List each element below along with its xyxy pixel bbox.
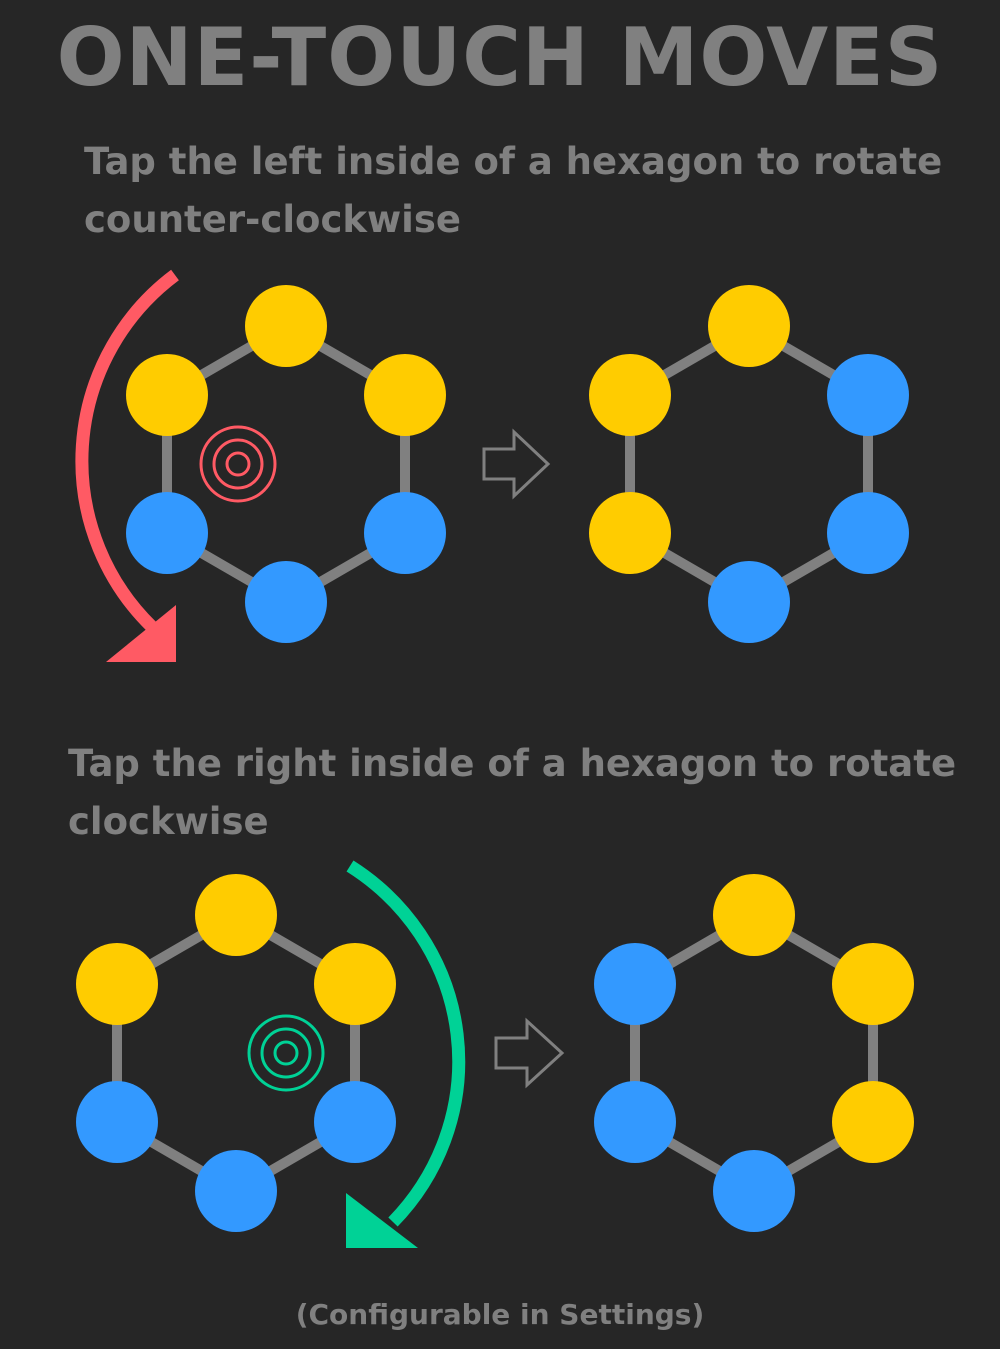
yellow-node-upper-right bbox=[832, 943, 914, 1025]
yellow-node-lower-left bbox=[589, 492, 671, 574]
hexagon-cw-before bbox=[76, 874, 396, 1232]
blue-node-lower-left bbox=[594, 1081, 676, 1163]
ccw-rotation-arrow-icon bbox=[75, 269, 179, 662]
hexagon-cw-after bbox=[594, 874, 914, 1232]
yellow-node-upper-left bbox=[126, 354, 208, 436]
yellow-node-upper-right bbox=[314, 943, 396, 1025]
blue-node-bottom bbox=[245, 561, 327, 643]
cw-rotation-arrow-icon bbox=[346, 860, 466, 1248]
blue-node-lower-right bbox=[827, 492, 909, 574]
tap-target-right-icon bbox=[247, 1014, 325, 1092]
transition-arrow-icon bbox=[494, 1017, 565, 1089]
yellow-node-top bbox=[708, 285, 790, 367]
tap-target-left-icon bbox=[199, 425, 277, 503]
blue-node-lower-right bbox=[314, 1081, 396, 1163]
hexagon-ccw-after bbox=[589, 285, 909, 643]
transition-arrow-icon bbox=[482, 428, 551, 500]
yellow-node-top bbox=[195, 874, 277, 956]
yellow-node-top bbox=[245, 285, 327, 367]
blue-node-bottom bbox=[708, 561, 790, 643]
blue-node-upper-left bbox=[594, 943, 676, 1025]
yellow-node-lower-right bbox=[832, 1081, 914, 1163]
hexagon-ccw-before bbox=[126, 285, 446, 643]
blue-node-lower-left bbox=[126, 492, 208, 574]
blue-node-bottom bbox=[195, 1150, 277, 1232]
rotation-diagram bbox=[75, 269, 914, 1248]
settings-note: (Configurable in Settings) bbox=[295, 1298, 705, 1331]
blue-node-lower-right bbox=[364, 492, 446, 574]
yellow-node-top bbox=[713, 874, 795, 956]
yellow-node-upper-right bbox=[364, 354, 446, 436]
yellow-node-upper-left bbox=[589, 354, 671, 436]
yellow-node-upper-left bbox=[76, 943, 158, 1025]
blue-node-lower-left bbox=[76, 1081, 158, 1163]
blue-node-bottom bbox=[713, 1150, 795, 1232]
blue-node-upper-right bbox=[827, 354, 909, 436]
